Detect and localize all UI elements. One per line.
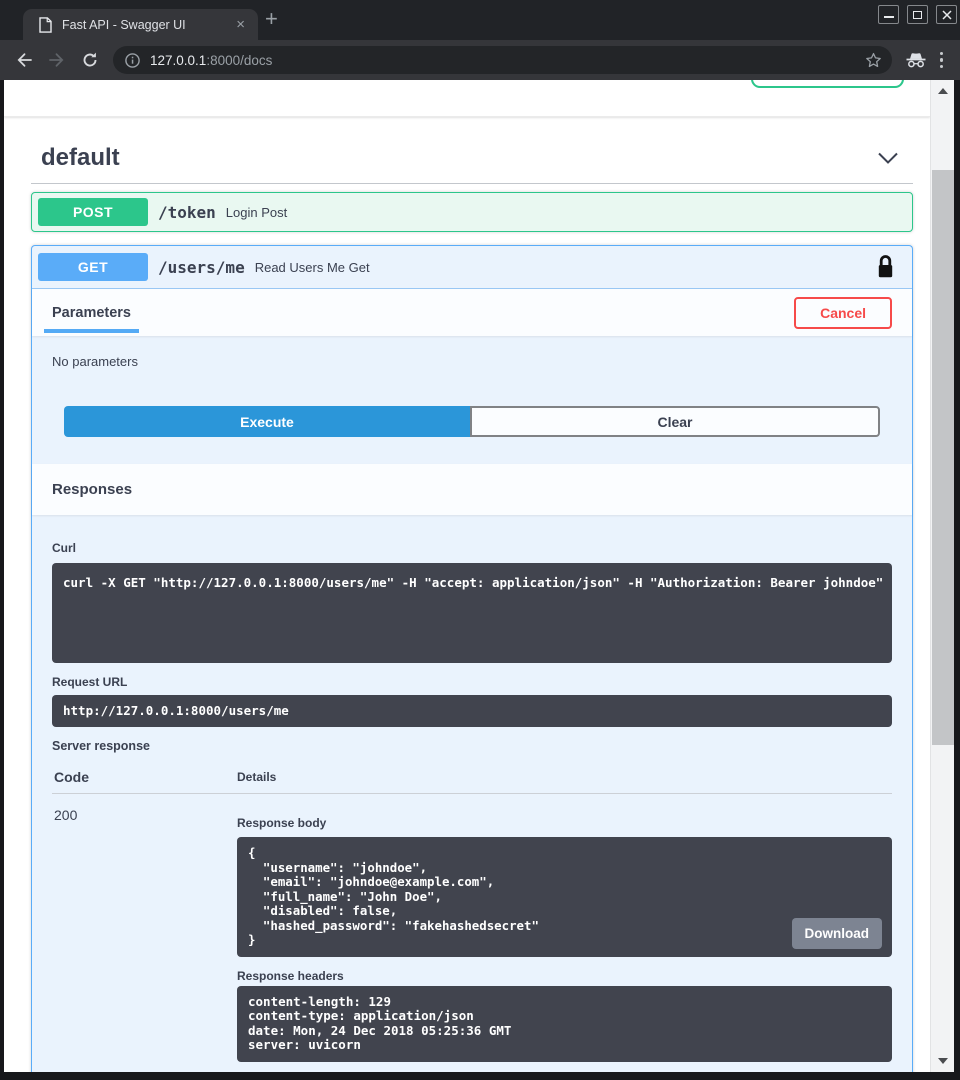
scroll-down-arrow-icon[interactable] <box>938 1058 948 1064</box>
close-button[interactable] <box>936 5 957 24</box>
request-url-value: http://127.0.0.1:8000/users/me <box>63 704 881 718</box>
response-details-cell: Response body { "username": "johndoe", "… <box>237 794 892 1062</box>
auth-lock-button[interactable] <box>877 254 894 280</box>
minimize-icon <box>884 16 894 18</box>
back-button[interactable] <box>15 51 33 69</box>
scrollbar-thumb[interactable] <box>932 170 954 745</box>
reload-button[interactable] <box>81 51 99 69</box>
parameters-section-header: Parameters Cancel <box>32 289 912 336</box>
responses-section-header: Responses <box>32 464 912 515</box>
reload-icon <box>81 51 99 69</box>
swagger-page: default POST /token Login Post GET /user… <box>4 80 930 1072</box>
opblock-post-token[interactable]: POST /token Login Post <box>31 192 913 232</box>
url-path: :8000/docs <box>206 53 272 68</box>
request-url-block: http://127.0.0.1:8000/users/me <box>52 695 892 727</box>
browser-toolbar: 127.0.0.1:8000/docs <box>0 40 960 80</box>
bookmark-star-icon <box>865 52 882 69</box>
status-code: 200 <box>52 794 237 1062</box>
bookmark-button[interactable] <box>865 52 882 69</box>
incognito-icon <box>905 52 927 68</box>
responses-content: Curl curl -X GET "http://127.0.0.1:8000/… <box>32 515 912 1072</box>
details-column-header: Details <box>237 770 276 784</box>
three-dot-menu-icon <box>940 52 944 56</box>
op-summary: Read Users Me Get <box>255 260 370 275</box>
address-bar[interactable]: 127.0.0.1:8000/docs <box>113 46 892 74</box>
response-headers-block: content-length: 129 content-type: applic… <box>237 986 892 1062</box>
browser-menu-button[interactable] <box>940 52 944 69</box>
method-badge-get: GET <box>38 253 148 281</box>
request-url-label: Request URL <box>52 675 892 689</box>
download-button[interactable]: Download <box>792 918 883 949</box>
forward-button[interactable] <box>48 51 66 69</box>
responses-title: Responses <box>52 481 132 498</box>
execute-button-group: Execute Clear <box>64 406 880 437</box>
lock-icon <box>877 254 894 280</box>
op-summary: Login Post <box>226 205 287 220</box>
response-body-block: { "username": "johndoe", "email": "johnd… <box>237 837 892 957</box>
tag-title: default <box>41 144 120 172</box>
no-parameters-text: No parameters <box>52 354 892 369</box>
execute-button[interactable]: Execute <box>64 406 470 437</box>
tag-section-header[interactable]: default <box>31 133 913 184</box>
new-tab-button[interactable]: + <box>265 8 278 30</box>
favicon-page-icon <box>39 17 52 33</box>
maximize-icon <box>913 11 922 19</box>
authorize-button[interactable] <box>751 80 904 88</box>
clear-button[interactable]: Clear <box>470 406 880 437</box>
response-headers-text: content-length: 129 content-type: applic… <box>248 995 881 1053</box>
chevron-down-icon[interactable] <box>877 152 899 164</box>
code-column-header: Code <box>52 769 237 785</box>
swagger-wrapper: default POST /token Login Post GET /user… <box>4 133 930 1072</box>
back-arrow-icon <box>15 51 33 69</box>
opblock-summary[interactable]: GET /users/me Read Users Me Get <box>32 246 912 289</box>
browser-tab[interactable]: Fast API - Swagger UI × <box>23 9 258 40</box>
curl-command: curl -X GET "http://127.0.0.1:8000/users… <box>63 575 881 590</box>
url-text[interactable]: 127.0.0.1:8000/docs <box>150 53 272 68</box>
op-path: /users/me <box>158 258 245 277</box>
op-path: /token <box>158 203 216 222</box>
response-body-label: Response body <box>237 816 892 830</box>
close-icon <box>942 10 952 20</box>
tab-close-icon[interactable]: × <box>236 17 245 32</box>
window-controls <box>878 5 957 24</box>
table-header-row: Code Details <box>52 761 892 794</box>
method-badge-post: POST <box>38 198 148 226</box>
table-row: 200 Response body { "username": "johndoe… <box>52 794 892 1062</box>
url-host: 127.0.0.1 <box>150 53 206 68</box>
scroll-up-arrow-icon[interactable] <box>938 88 948 94</box>
opblock-summary: POST /token Login Post <box>32 198 912 226</box>
opblock-get-users-me: GET /users/me Read Users Me Get Paramete… <box>31 245 913 1072</box>
titlebar: Fast API - Swagger UI × + <box>0 0 960 40</box>
response-body-json: { "username": "johndoe", "email": "johnd… <box>248 846 881 948</box>
operation-body: No parameters Execute Clear <box>32 336 912 437</box>
site-info-icon[interactable] <box>125 53 140 68</box>
forward-arrow-icon <box>48 51 66 69</box>
scheme-container <box>4 80 930 117</box>
cancel-button[interactable]: Cancel <box>794 297 892 329</box>
minimize-button[interactable] <box>878 5 899 24</box>
tab-parameters[interactable]: Parameters <box>44 289 139 336</box>
server-response-label: Server response <box>52 739 892 753</box>
response-headers-label: Response headers <box>237 969 892 983</box>
maximize-button[interactable] <box>907 5 928 24</box>
curl-label: Curl <box>52 541 892 555</box>
page-scrollbar[interactable] <box>930 80 954 1072</box>
incognito-indicator <box>905 52 927 68</box>
curl-command-block[interactable]: curl -X GET "http://127.0.0.1:8000/users… <box>52 563 892 663</box>
server-response-table: Code Details 200 Response body { "userna… <box>52 761 892 1062</box>
tab-title: Fast API - Swagger UI <box>62 18 186 32</box>
